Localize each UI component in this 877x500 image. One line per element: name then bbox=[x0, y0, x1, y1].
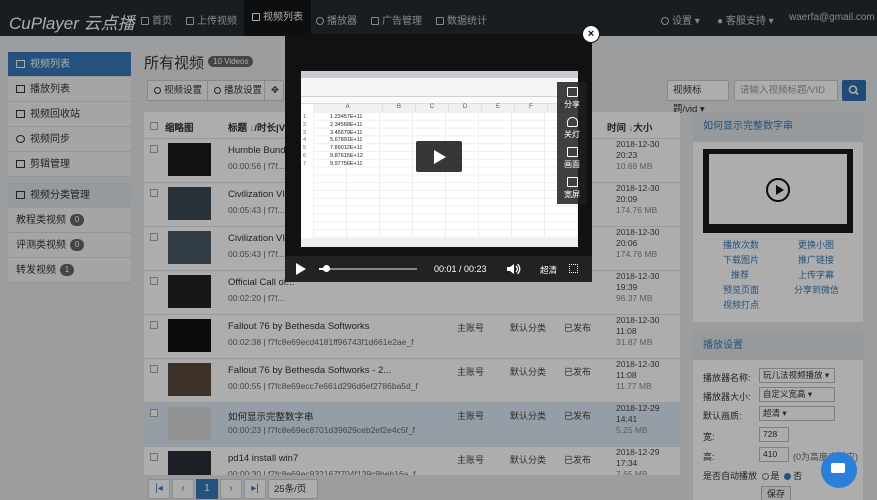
play-icon[interactable] bbox=[296, 263, 306, 275]
excel-cell: 7.89012E+11 bbox=[330, 145, 363, 152]
excel-col-d: D bbox=[449, 104, 482, 112]
lights-off-button[interactable]: 关灯 bbox=[557, 117, 587, 140]
excel-cell: 9.87615E+12 bbox=[330, 153, 363, 159]
excel-col-a: A bbox=[313, 104, 383, 112]
excel-ribbon bbox=[301, 78, 578, 97]
excel-col-b: B bbox=[383, 104, 416, 112]
progress-handle[interactable] bbox=[323, 265, 331, 272]
player-controls: 00:01 / 00:23 超清 bbox=[285, 256, 592, 282]
excel-row-number: 2 bbox=[303, 121, 307, 128]
monitor-icon bbox=[566, 147, 578, 157]
excel-col-e: E bbox=[482, 104, 515, 112]
excel-cell: 5.67891E+11 bbox=[330, 137, 363, 144]
excel-cell: 1.23457E+11 bbox=[330, 114, 363, 120]
excel-row-number: 5 bbox=[303, 145, 307, 152]
big-play-button[interactable] bbox=[416, 141, 462, 172]
share-icon bbox=[566, 87, 578, 97]
time-display: 00:01 / 00:23 bbox=[434, 264, 487, 274]
picture-button[interactable]: 画面 bbox=[557, 147, 587, 170]
close-modal-button[interactable]: × bbox=[582, 25, 600, 43]
volume-icon[interactable] bbox=[507, 263, 521, 275]
excel-row-number: 6 bbox=[303, 153, 307, 159]
progress-bar[interactable] bbox=[319, 265, 417, 272]
excel-col-c: C bbox=[416, 104, 449, 112]
excel-cell: 3.45679E+11 bbox=[330, 129, 363, 136]
excel-cell: 2.34568E+11 bbox=[330, 121, 363, 128]
excel-row-number: 3 bbox=[303, 129, 307, 136]
excel-row-number: 7 bbox=[303, 160, 307, 167]
widescreen-icon bbox=[566, 177, 578, 187]
excel-statusbar bbox=[301, 238, 578, 247]
excel-cell: 9.97756E+11 bbox=[330, 160, 363, 167]
chat-support-button[interactable] bbox=[821, 452, 857, 488]
video-player-modal: A B C D E F G 11.23457E+1122.34568E+1133… bbox=[285, 34, 592, 282]
excel-row-number: 1 bbox=[303, 114, 307, 120]
widescreen-button[interactable]: 宽屏 bbox=[557, 177, 587, 200]
quality-toggle[interactable]: 超清 bbox=[540, 264, 557, 276]
fullscreen-icon[interactable] bbox=[569, 264, 578, 273]
excel-titlebar bbox=[301, 71, 578, 78]
excel-col-f: F bbox=[515, 104, 548, 112]
bulb-icon bbox=[566, 117, 578, 127]
share-button[interactable]: 分享 bbox=[557, 87, 587, 110]
excel-formula-bar bbox=[301, 97, 578, 104]
excel-row-number: 4 bbox=[303, 137, 307, 144]
share-toolbar: 分享 关灯 画面 宽屏 bbox=[557, 82, 587, 204]
